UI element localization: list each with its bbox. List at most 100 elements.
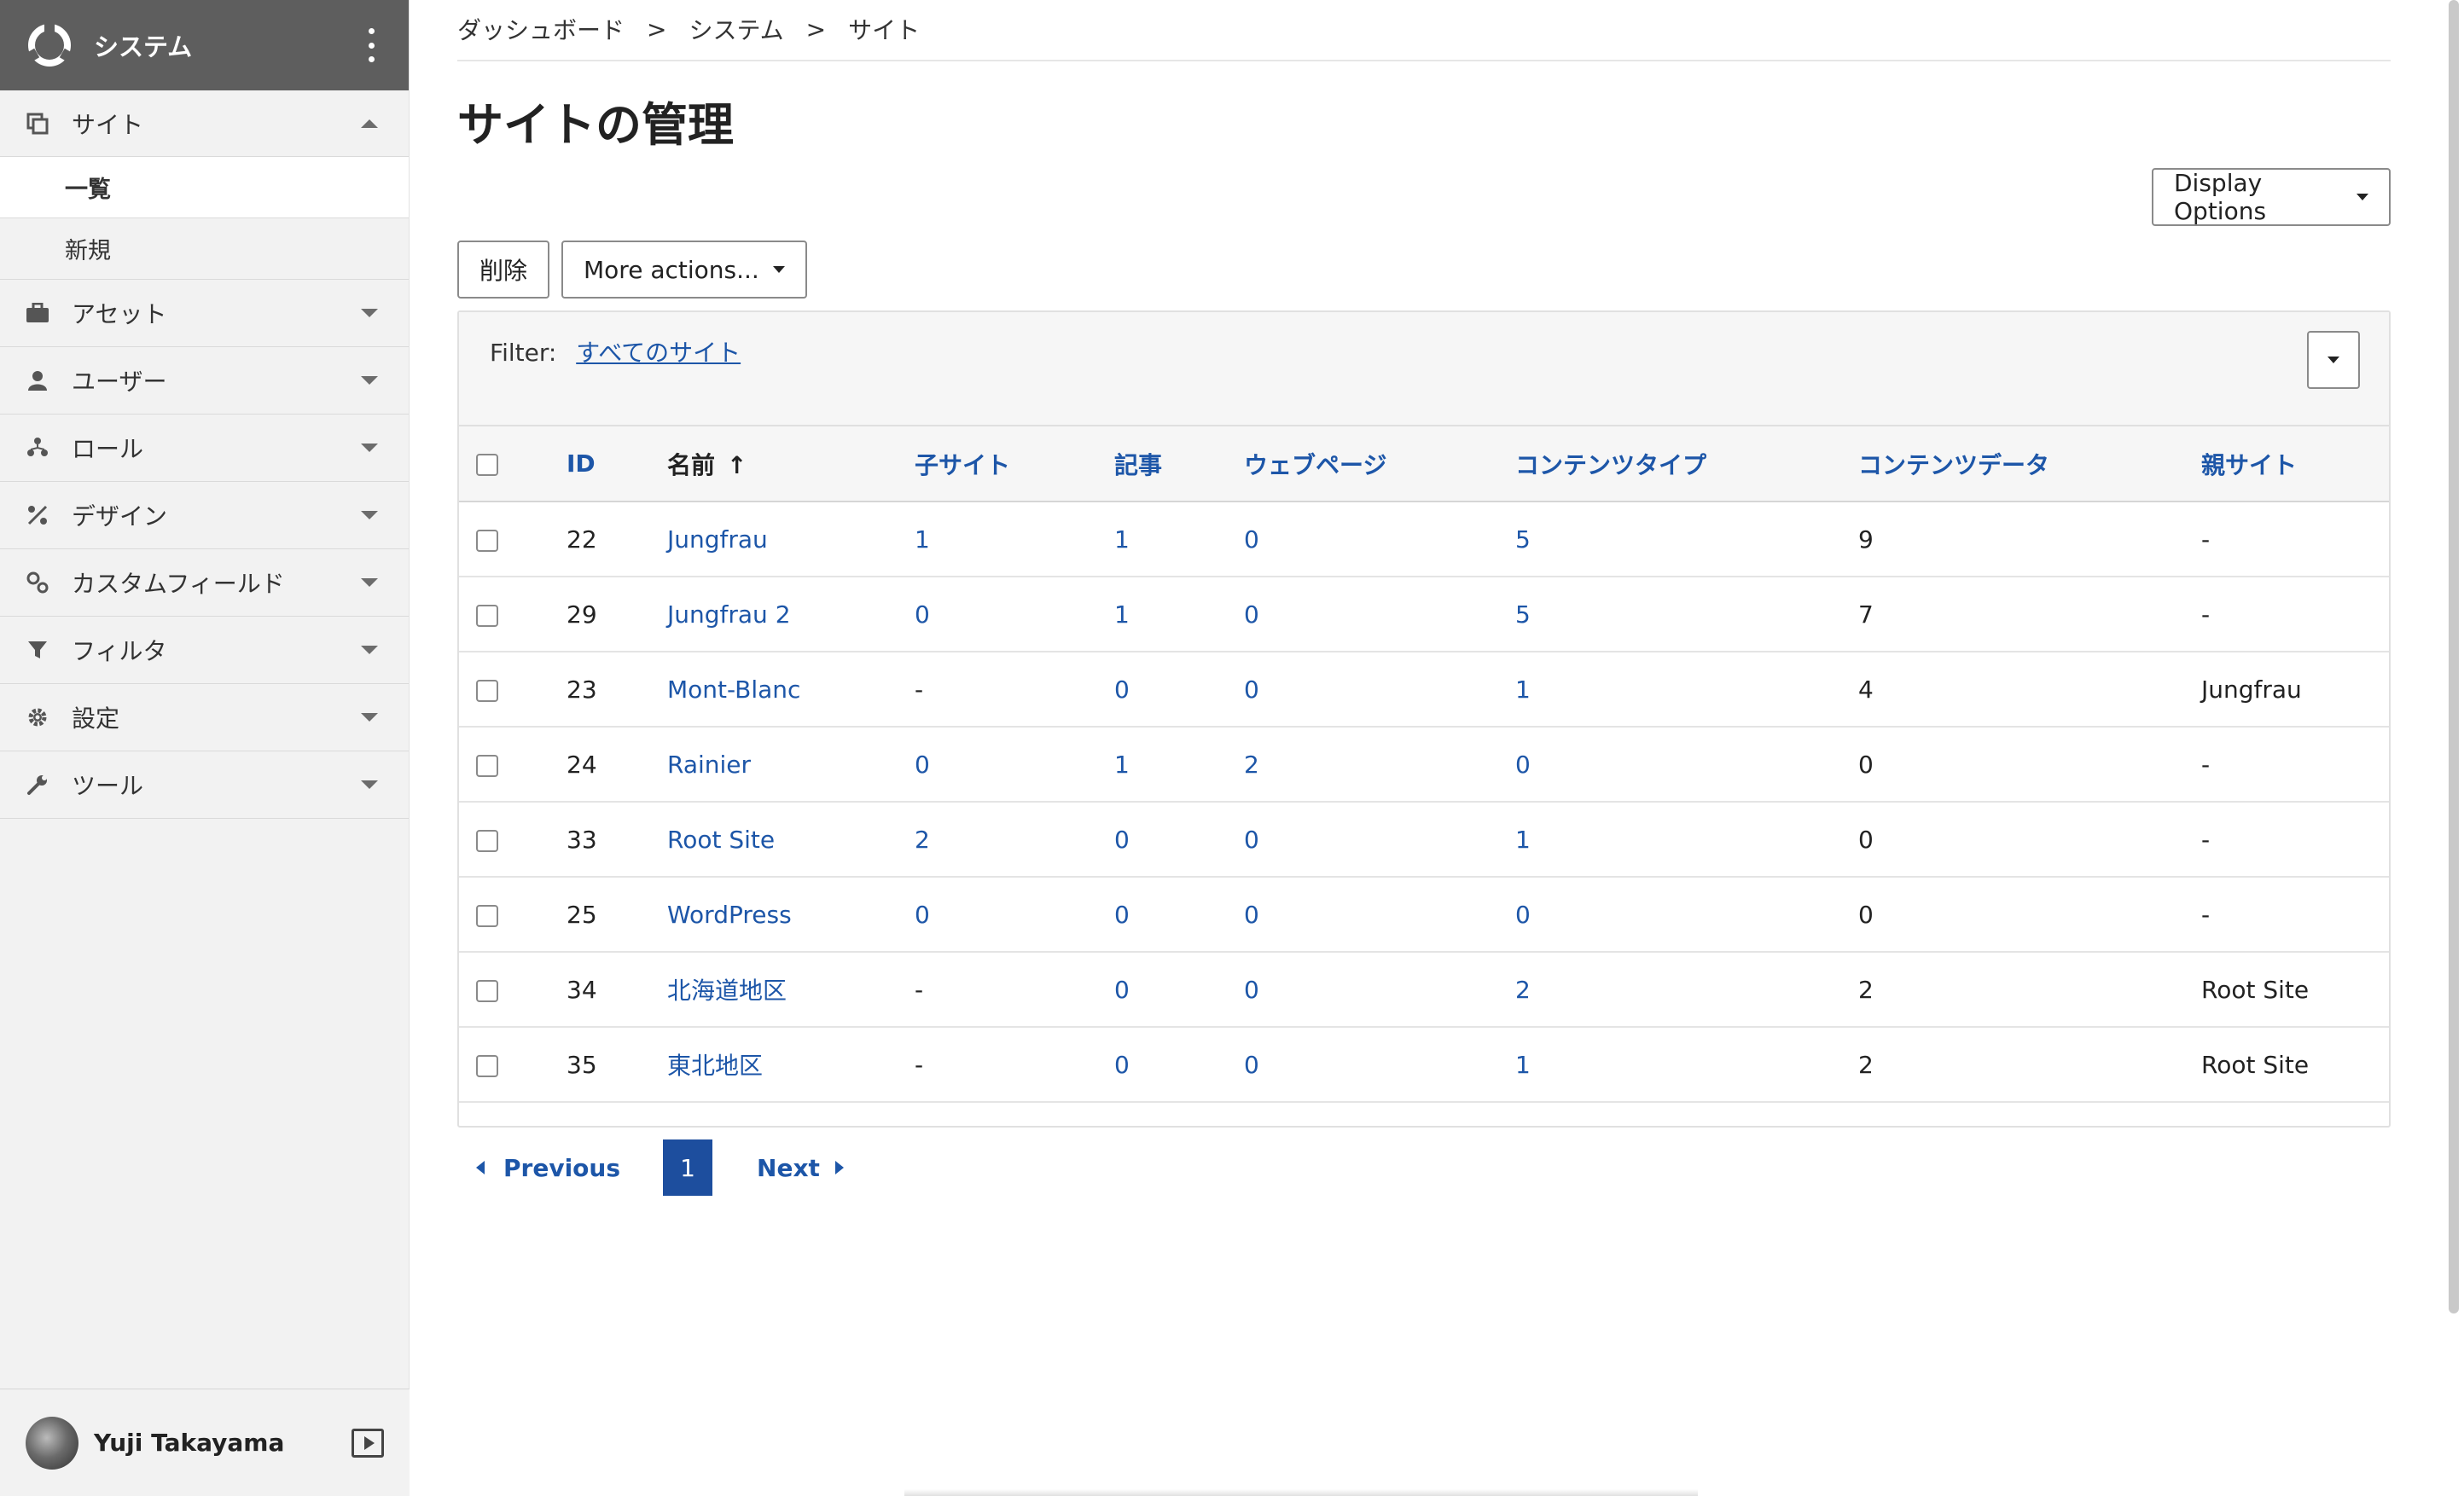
breadcrumb-dashboard[interactable]: ダッシュボード [457, 12, 625, 46]
table-cell[interactable]: 0 [915, 577, 1114, 652]
table-cell[interactable]: 1 [1114, 577, 1244, 652]
table-cell: 9 [1858, 525, 1874, 554]
nav-item-filters[interactable]: フィルタ [0, 617, 409, 684]
nav-item-settings[interactable]: 設定 [0, 684, 409, 751]
select-all-checkbox[interactable] [476, 454, 498, 476]
table-cell[interactable]: 0 [915, 727, 1114, 802]
site-name-link[interactable]: WordPress [667, 877, 915, 952]
table-cell: 23 [567, 675, 597, 704]
table-cell[interactable]: 0 [915, 877, 1114, 952]
more-actions-label: More actions... [584, 255, 759, 284]
page-scrollbar[interactable] [2449, 0, 2459, 1313]
row-checkbox[interactable] [476, 904, 498, 927]
row-checkbox[interactable] [476, 679, 498, 702]
table-cell[interactable]: 0 [1114, 802, 1244, 877]
table-cell[interactable]: 0 [1244, 652, 1515, 727]
workspace-title[interactable]: システム [94, 27, 363, 63]
col-header-parent-site[interactable]: 親サイト [2201, 426, 2389, 502]
table-cell: 24 [567, 750, 597, 779]
table-cell[interactable]: 0 [1244, 577, 1515, 652]
display-options-button[interactable]: Display Options [2152, 168, 2391, 226]
table-cell: - [915, 1050, 924, 1079]
table-cell[interactable]: 1 [915, 502, 1114, 577]
nav-item-tools[interactable]: ツール [0, 751, 409, 819]
table-cell[interactable]: 1 [1515, 802, 1858, 877]
table-cell[interactable]: 5 [1515, 502, 1858, 577]
site-name-link[interactable]: Rainier [667, 727, 915, 802]
nav-item-site[interactable]: サイト [0, 90, 409, 157]
table-cell[interactable]: 1 [1114, 727, 1244, 802]
table-cell[interactable]: 0 [1114, 652, 1244, 727]
col-header-content-data[interactable]: コンテンツデータ [1858, 426, 2201, 502]
table-cell[interactable]: 1 [1114, 502, 1244, 577]
table-row: 25 WordPress 0 0 0 0 0- [459, 877, 2389, 952]
more-actions-button[interactable]: More actions... [561, 241, 807, 299]
main-content: ダッシュボード > システム > サイト サイトの管理 Display Opti… [457, 0, 2391, 1196]
table-cell[interactable]: 0 [1244, 802, 1515, 877]
collapse-sidebar-icon[interactable] [352, 1428, 384, 1458]
breadcrumb-system[interactable]: システム [689, 12, 783, 46]
caret-left-icon [476, 1161, 485, 1174]
bottom-shadow [904, 1489, 1698, 1496]
table-row: 22 Jungfrau 1 1 0 5 9- [459, 502, 2389, 577]
table-cell[interactable]: 0 [1244, 502, 1515, 577]
table-cell[interactable]: 0 [1244, 877, 1515, 952]
page-title: サイトの管理 [457, 98, 734, 152]
filter-value-link[interactable]: すべてのサイト [576, 339, 741, 367]
nav-item-custom-fields[interactable]: カスタムフィールド [0, 549, 409, 617]
table-cell[interactable]: 5 [1515, 577, 1858, 652]
role-icon [26, 436, 49, 460]
col-header-id[interactable]: ID [567, 426, 667, 502]
row-select-cell [459, 502, 567, 577]
nav-sub-item-list[interactable]: 一覧 [0, 157, 409, 218]
site-name-link[interactable]: Jungfrau [667, 502, 915, 577]
nav-label: サイト [72, 110, 144, 139]
table-cell[interactable]: 0 [1114, 877, 1244, 952]
table-cell[interactable]: 0 [1244, 1027, 1515, 1102]
table-cell[interactable]: 0 [1515, 877, 1858, 952]
row-checkbox[interactable] [476, 604, 498, 627]
kebab-menu-icon[interactable] [363, 28, 380, 62]
nav-label: デザイン [72, 502, 168, 531]
table-cell: - [2201, 525, 2211, 554]
row-checkbox[interactable] [476, 979, 498, 1002]
row-checkbox[interactable] [476, 529, 498, 552]
row-checkbox[interactable] [476, 754, 498, 777]
row-checkbox[interactable] [476, 829, 498, 852]
table-cell[interactable]: 2 [1515, 952, 1858, 1027]
table-cell[interactable]: 1 [1515, 652, 1858, 727]
table-cell[interactable]: 0 [1114, 952, 1244, 1027]
col-header-child-sites[interactable]: 子サイト [915, 426, 1114, 502]
nav-item-design[interactable]: デザイン [0, 482, 409, 549]
nav-item-roles[interactable]: ロール [0, 415, 409, 482]
table-cell[interactable]: 0 [1244, 952, 1515, 1027]
sidebar: システム サイト 一覧 新規 アセット ユーザー ロール デザイン カスタムフィ… [0, 0, 410, 1496]
filter-toggle-button[interactable] [2307, 331, 2360, 389]
next-page-link[interactable]: Next [757, 1154, 844, 1182]
nav-item-assets[interactable]: アセット [0, 280, 409, 347]
site-name-link[interactable]: 北海道地区 [667, 952, 915, 1027]
page-number-current[interactable]: 1 [663, 1139, 713, 1196]
site-name-link[interactable]: Jungfrau 2 [667, 577, 915, 652]
table-cell[interactable]: 0 [1114, 1027, 1244, 1102]
table-cell[interactable]: 1 [1515, 1027, 1858, 1102]
table-cell[interactable]: 2 [915, 802, 1114, 877]
site-name-link[interactable]: Root Site [667, 802, 915, 877]
col-header-entries[interactable]: 記事 [1114, 426, 1244, 502]
site-name-link[interactable]: 東北地区 [667, 1027, 915, 1102]
previous-page-link[interactable]: Previous [457, 1154, 620, 1182]
user-name[interactable]: Yuji Takayama [94, 1429, 352, 1457]
nav-item-users[interactable]: ユーザー [0, 347, 409, 415]
user-footer: Yuji Takayama [0, 1389, 410, 1496]
table-cell[interactable]: 2 [1244, 727, 1515, 802]
row-checkbox[interactable] [476, 1054, 498, 1077]
site-name-link[interactable]: Mont-Blanc [667, 652, 915, 727]
table-cell[interactable]: 0 [1515, 727, 1858, 802]
nav-sub-item-new[interactable]: 新規 [0, 218, 409, 280]
col-header-pages[interactable]: ウェブページ [1244, 426, 1515, 502]
col-header-name[interactable]: 名前 ↑ [667, 426, 915, 502]
col-header-content-types[interactable]: コンテンツタイプ [1515, 426, 1858, 502]
avatar[interactable] [26, 1416, 78, 1470]
table-row: 33 Root Site 2 0 0 1 0- [459, 802, 2389, 877]
delete-button[interactable]: 削除 [457, 241, 550, 299]
